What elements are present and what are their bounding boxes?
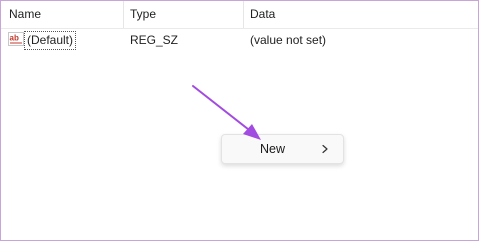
column-header-type[interactable]: Type — [123, 1, 243, 28]
svg-text:ab: ab — [10, 34, 19, 43]
column-header-name[interactable]: Name — [1, 1, 123, 28]
context-menu: New — [221, 134, 344, 164]
value-type: REG_SZ — [130, 33, 179, 47]
value-data: (value not set) — [250, 33, 327, 47]
string-value-icon: ab — [8, 32, 24, 46]
context-menu-item-label: New — [260, 142, 286, 156]
chevron-right-icon — [322, 144, 328, 154]
column-header-bar: Name Type Data — [1, 1, 478, 29]
registry-values-pane: Name Type Data ab (Default) REG_SZ (valu… — [0, 0, 479, 241]
list-item[interactable]: ab (Default) REG_SZ (value not set) — [1, 30, 478, 50]
context-menu-item-new[interactable]: New — [225, 137, 340, 161]
column-header-data[interactable]: Data — [243, 1, 478, 28]
value-name[interactable]: (Default) — [24, 31, 77, 50]
